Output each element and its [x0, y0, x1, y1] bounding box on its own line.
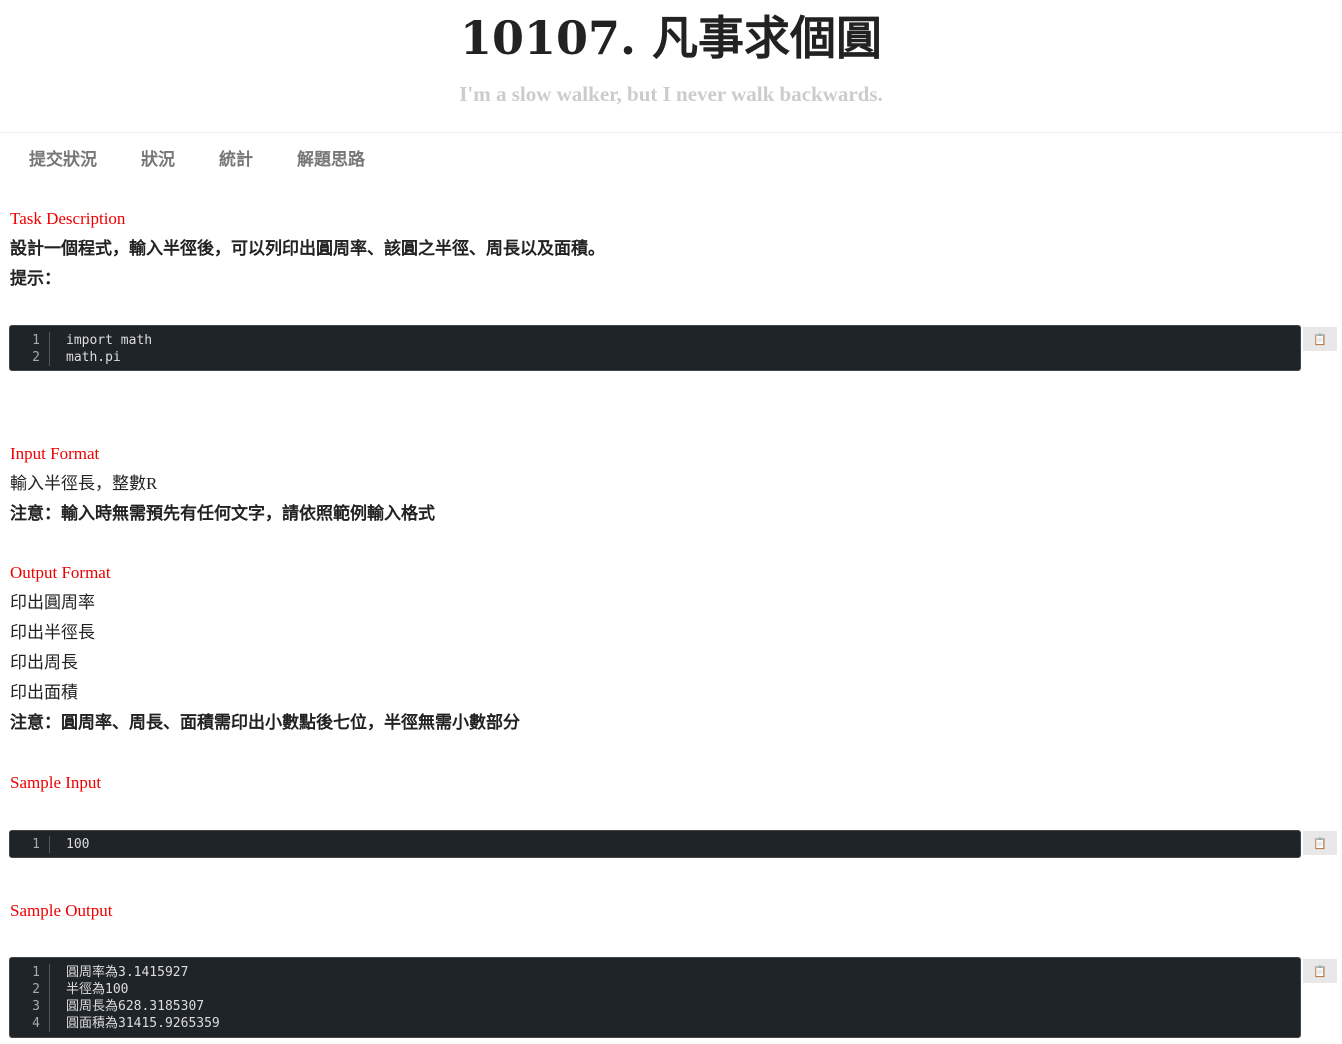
sample-input-heading-wrap: Sample Input [10, 768, 101, 798]
output-text: 印出面積 [10, 683, 78, 702]
task-text: 設計一個程式，輸入半徑後，可以列印出圓周率、該圓之半徑、周長以及面積。 [10, 239, 605, 258]
code-line: 圓周長為628.3185307 [66, 999, 205, 1014]
output-section: Output Format 印出圓周率 印出半徑長 印出周長 印出面積 注意：圓… [10, 558, 520, 738]
copy-button[interactable]: 📋 [1303, 831, 1337, 855]
nav-tabs: 提交狀況 狀況 統計 解題思路 [29, 145, 365, 170]
code-line: import math [66, 333, 153, 348]
tab-status[interactable]: 狀況 [141, 145, 175, 170]
subtitle: I'm a slow walker, but I never walk back… [459, 82, 883, 106]
code-line: 100 [66, 837, 90, 852]
code-line: 半徑為100 [66, 982, 129, 997]
output-text: 印出周長 [10, 653, 78, 672]
hint-code-block: 1 import math 2 math.pi [9, 325, 1301, 371]
task-section: Task Description 設計一個程式，輸入半徑後，可以列印出圓周率、該… [10, 204, 605, 294]
code-line: 圓周率為3.1415927 [66, 965, 189, 980]
hint-label: 提示： [10, 269, 61, 288]
sample-output-heading: Sample Output [10, 901, 113, 920]
copy-button[interactable]: 📋 [1303, 959, 1337, 983]
tab-solutions[interactable]: 解題思路 [297, 145, 365, 170]
page-title: 10107. 凡事求個圓 [459, 11, 883, 65]
code-line: 圓面積為31415.9265359 [66, 1016, 220, 1031]
input-heading: Input Format [10, 444, 100, 463]
input-note: 注意：輸入時無需預先有任何文字，請依照範例輸入格式 [10, 504, 435, 523]
output-text: 印出半徑長 [10, 623, 95, 642]
input-text: 輸入半徑長，整數R [10, 474, 158, 493]
output-note: 注意：圓周率、周長、面積需印出小數點後七位，半徑無需小數部分 [10, 713, 520, 732]
tab-submissions[interactable]: 提交狀況 [29, 145, 97, 170]
task-heading: Task Description [10, 209, 126, 228]
divider [0, 132, 1342, 133]
sample-output-heading-wrap: Sample Output [10, 896, 112, 926]
sample-output-code: 1 圓周率為3.1415927 2 半徑為100 3 圓周長為628.3185307 … [9, 957, 1301, 1038]
input-section: Input Format 輸入半徑長，整數R 注意：輸入時無需預先有任何文字，請… [10, 439, 435, 529]
tab-statistics[interactable]: 統計 [219, 145, 253, 170]
clipboard-icon: 📋 [1313, 332, 1327, 346]
sample-input-heading: Sample Input [10, 773, 102, 792]
sample-input-code: 1 100 [9, 830, 1301, 858]
output-text: 印出圓周率 [10, 593, 95, 612]
code-line: math.pi [66, 350, 121, 365]
output-heading: Output Format [10, 563, 111, 582]
clipboard-icon: 📋 [1313, 836, 1327, 850]
clipboard-icon: 📋 [1313, 964, 1327, 978]
copy-button[interactable]: 📋 [1303, 327, 1337, 351]
